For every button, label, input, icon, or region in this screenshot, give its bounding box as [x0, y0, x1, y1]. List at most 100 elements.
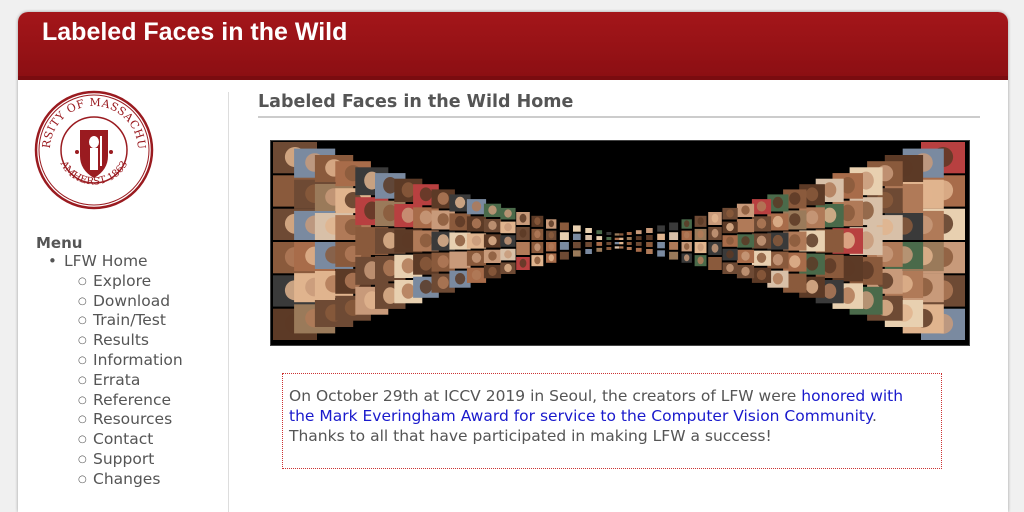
notice-text-before: On October 29th at ICCV 2019 in Seoul, t…	[289, 387, 802, 405]
menu-item-support[interactable]: Support	[48, 450, 183, 470]
face-tile	[614, 237, 619, 240]
face-shape	[534, 230, 541, 239]
face-shape	[471, 269, 482, 281]
face-shape	[789, 213, 801, 226]
face-tile	[619, 237, 624, 240]
face-tile	[635, 236, 642, 240]
face-shape	[756, 218, 767, 229]
menu-item-train-test[interactable]: Train/Test	[48, 311, 183, 331]
face-tile	[626, 242, 632, 245]
face-shape	[488, 205, 497, 215]
menu-item-lfw-home[interactable]: LFW Home	[48, 252, 183, 272]
face-tile	[657, 233, 665, 240]
face-shape	[756, 235, 767, 246]
face-shape	[548, 243, 554, 250]
menu-item-reference[interactable]: Reference	[48, 391, 183, 411]
face-shape	[504, 263, 512, 273]
face-shape	[419, 256, 432, 271]
face-shape	[471, 201, 482, 212]
face-shape	[419, 279, 432, 294]
menu-item-contact[interactable]: Contact	[48, 430, 183, 450]
face-shape	[419, 210, 432, 225]
face-shape	[741, 251, 750, 261]
face-shape	[488, 251, 497, 261]
face-shape	[455, 215, 466, 228]
face-shape	[806, 210, 819, 225]
face-shape	[789, 234, 801, 247]
face-tile	[614, 246, 619, 249]
face-shape	[823, 207, 837, 223]
face-shape	[772, 234, 783, 247]
face-tile	[606, 232, 612, 235]
face-shape	[437, 255, 449, 268]
face-tile	[573, 250, 581, 257]
face-shape	[437, 276, 449, 289]
face-shape	[504, 223, 512, 232]
face-tile	[596, 230, 603, 235]
face-shape	[684, 254, 690, 262]
site-header: Labeled Faces in the Wild	[18, 12, 1008, 80]
face-shape	[534, 243, 541, 252]
face-shape	[789, 255, 801, 268]
menu-item-changes[interactable]: Changes	[48, 470, 183, 490]
sidebar-divider	[228, 92, 229, 512]
face-tile	[614, 233, 619, 236]
face-shape	[519, 243, 527, 253]
face-shape	[401, 182, 415, 198]
face-shape	[488, 220, 497, 230]
face-shape	[697, 256, 704, 265]
face-shape	[504, 209, 512, 218]
menu-item-results[interactable]: Results	[48, 331, 183, 351]
face-tile	[657, 242, 665, 249]
face-shape	[772, 215, 783, 228]
face-shape	[548, 231, 554, 239]
face-tile	[626, 237, 632, 240]
face-tile	[646, 242, 653, 247]
award-notice: On October 29th at ICCV 2019 in Seoul, t…	[282, 373, 942, 469]
face-shape	[401, 207, 415, 223]
face-shape	[726, 236, 734, 245]
face-shape	[806, 187, 819, 202]
face-shape	[806, 279, 819, 294]
menu-item-explore[interactable]: Explore	[48, 272, 183, 292]
face-shape	[504, 236, 512, 245]
menu-item-resources[interactable]: Resources	[48, 410, 183, 430]
face-tile	[619, 242, 624, 245]
face-shape	[504, 250, 512, 259]
face-tile	[606, 247, 612, 250]
main-content: Labeled Faces in the Wild Home On Octobe…	[258, 88, 980, 469]
face-shape	[726, 209, 734, 218]
face-shape	[741, 266, 750, 276]
face-tile	[646, 235, 653, 240]
menu-item-errata[interactable]: Errata	[48, 371, 183, 391]
face-shape	[684, 231, 690, 239]
sidebar: UNIVERSITY OF MASSACHUSETTS AMHERST 1863…	[18, 80, 228, 510]
site-title[interactable]: Labeled Faces in the Wild	[42, 18, 347, 47]
page-frame: Labeled Faces in the Wild UNIVERSITY OF …	[18, 12, 1008, 512]
face-tile	[635, 242, 642, 246]
face-shape	[756, 269, 767, 281]
face-tile	[657, 225, 665, 232]
face-shape	[823, 182, 837, 198]
face-shape	[711, 258, 719, 268]
face-shape	[401, 258, 415, 274]
face-shape	[471, 218, 482, 229]
face-tile	[585, 242, 592, 247]
menu-item-information[interactable]: Information	[48, 351, 183, 371]
face-shape	[684, 220, 690, 228]
face-shape	[789, 192, 801, 205]
umass-seal-logo[interactable]: UNIVERSITY OF MASSACHUSETTS AMHERST 1863	[34, 90, 154, 210]
face-shape	[548, 254, 554, 262]
face-shape	[806, 233, 819, 248]
face-shape	[471, 235, 482, 246]
face-shape	[711, 243, 719, 253]
menu-item-download[interactable]: Download	[48, 292, 183, 312]
face-shape	[455, 196, 466, 209]
face-tile	[585, 228, 592, 233]
face-tile	[596, 242, 603, 246]
face-tile	[619, 246, 624, 249]
face-tile	[606, 242, 612, 245]
face-shape	[772, 196, 783, 209]
face-tile	[614, 242, 619, 245]
faces-mosaic-banner-image	[270, 140, 970, 346]
